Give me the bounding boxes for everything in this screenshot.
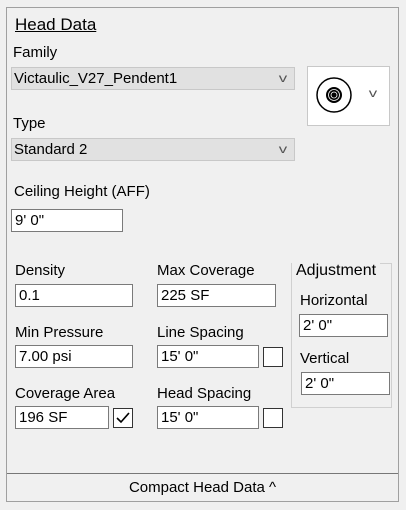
max-coverage-input[interactable]: 225 SF bbox=[157, 284, 276, 307]
head-spacing-checkbox[interactable] bbox=[263, 408, 283, 428]
max-coverage-label: Max Coverage bbox=[157, 262, 255, 279]
vertical-input[interactable]: 2' 0" bbox=[301, 372, 390, 395]
coverage-area-input[interactable]: 196 SF bbox=[15, 406, 109, 429]
adjustment-group: Adjustment Horizontal 2' 0" Vertical 2' … bbox=[291, 262, 392, 408]
head-spacing-input[interactable]: 15' 0" bbox=[157, 406, 259, 429]
density-input[interactable]: 0.1 bbox=[15, 284, 133, 307]
type-label: Type bbox=[13, 115, 46, 132]
head-data-panel: Head Data Family Victaulic_V27_Pendent1 … bbox=[6, 7, 399, 502]
family-dropdown[interactable]: Victaulic_V27_Pendent1 v bbox=[11, 67, 295, 90]
chevron-down-icon: v bbox=[278, 71, 288, 85]
line-spacing-label: Line Spacing bbox=[157, 324, 244, 341]
adjustment-title: Adjustment bbox=[292, 262, 381, 280]
family-preview-dropdown[interactable]: v bbox=[307, 66, 390, 126]
type-dropdown[interactable]: Standard 2 v bbox=[11, 138, 295, 161]
density-label: Density bbox=[15, 262, 66, 279]
coverage-area-checkbox[interactable] bbox=[113, 408, 133, 428]
compact-head-data-button[interactable]: Compact Head Data ^ bbox=[7, 473, 398, 501]
chevron-down-icon: v bbox=[368, 86, 378, 100]
type-value: Standard 2 bbox=[14, 141, 88, 158]
ceiling-height-label: Ceiling Height (AFF) bbox=[14, 183, 150, 200]
horizontal-input[interactable]: 2' 0" bbox=[299, 314, 388, 337]
vertical-label: Vertical bbox=[300, 350, 350, 367]
head-spacing-label: Head Spacing bbox=[157, 385, 252, 402]
sprinkler-head-preview-icon bbox=[316, 77, 352, 113]
family-label: Family bbox=[13, 44, 58, 61]
chevron-down-icon: v bbox=[278, 142, 288, 156]
min-pressure-label: Min Pressure bbox=[15, 324, 104, 341]
ceiling-height-input[interactable]: 9' 0" bbox=[11, 209, 123, 232]
min-pressure-input[interactable]: 7.00 psi bbox=[15, 345, 133, 368]
family-value: Victaulic_V27_Pendent1 bbox=[14, 70, 178, 87]
coverage-area-label: Coverage Area bbox=[15, 385, 116, 402]
horizontal-label: Horizontal bbox=[300, 292, 368, 309]
checkmark-icon bbox=[116, 412, 130, 424]
panel-title: Head Data bbox=[15, 15, 97, 34]
line-spacing-checkbox[interactable] bbox=[263, 347, 283, 367]
line-spacing-input[interactable]: 15' 0" bbox=[157, 345, 259, 368]
